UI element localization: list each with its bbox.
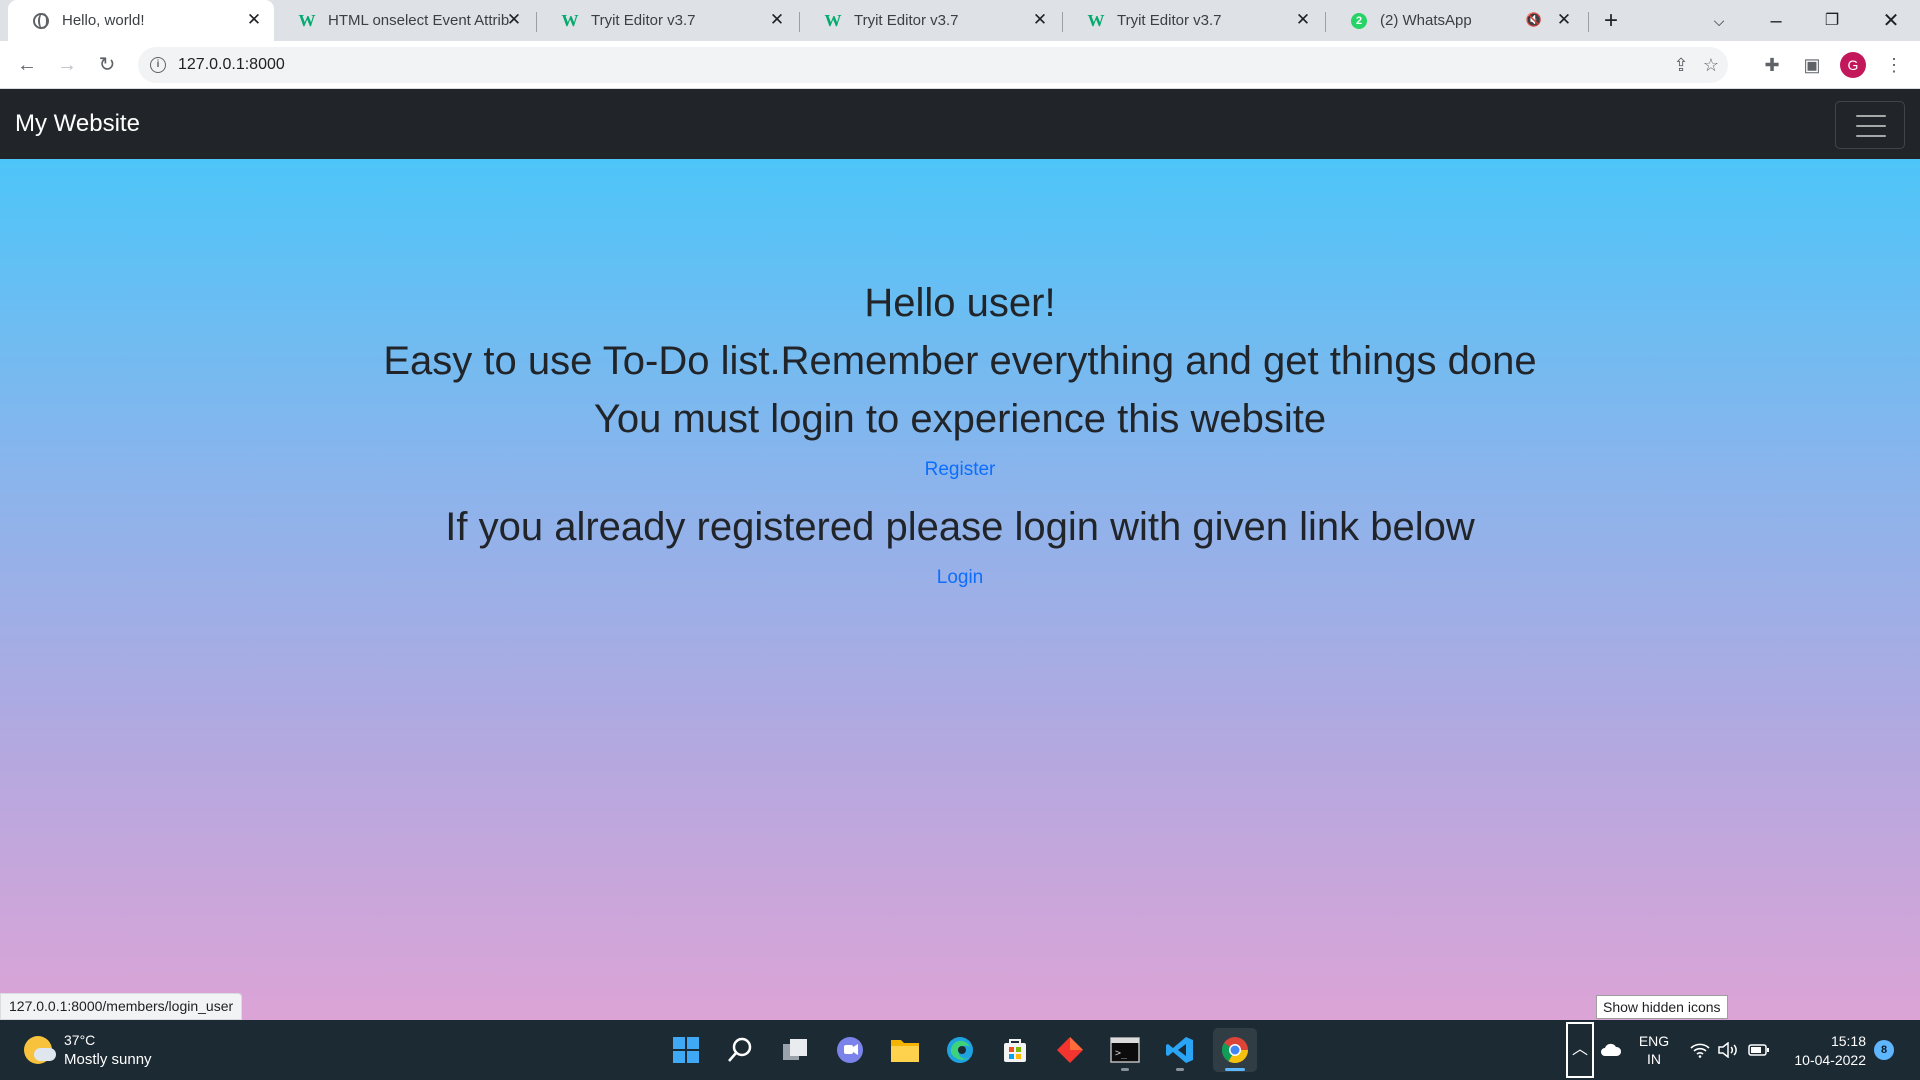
battery-icon[interactable] xyxy=(1746,1020,1772,1080)
already-registered-heading: If you already registered please login w… xyxy=(445,505,1475,549)
site-navbar: My Website xyxy=(0,89,1920,159)
speaker-muted-icon[interactable]: 🔇 xyxy=(1524,10,1544,30)
terminal-icon[interactable]: >_ xyxy=(1103,1028,1147,1072)
weather-temperature: 37°C xyxy=(64,1032,96,1048)
close-tab-icon[interactable]: ✕ xyxy=(244,10,264,30)
menu-kebab-icon[interactable]: ⋮ xyxy=(1882,53,1906,77)
language-indicator[interactable]: ENG IN xyxy=(1636,1032,1672,1068)
wifi-icon[interactable] xyxy=(1688,1020,1712,1080)
svg-text:>_: >_ xyxy=(1115,1048,1128,1059)
browser-toolbar: ← → ↻ i 127.0.0.1:8000 ⇪ ☆ ✚ ▣ G ⋮ xyxy=(0,41,1920,89)
profile-avatar[interactable]: G xyxy=(1840,52,1866,78)
close-tab-icon[interactable]: ✕ xyxy=(504,10,524,30)
reload-icon[interactable]: ↻ xyxy=(92,51,122,79)
tab-html-onselect[interactable]: W HTML onselect Event Attrib ✕ xyxy=(274,0,536,41)
login-prompt-heading: You must login to experience this websit… xyxy=(593,397,1327,441)
site-info-icon[interactable]: i xyxy=(150,57,166,73)
url-text[interactable]: 127.0.0.1:8000 xyxy=(178,56,285,74)
login-link[interactable]: Login xyxy=(937,567,984,588)
git-icon[interactable] xyxy=(1048,1028,1092,1072)
tab-strip: Hello, world! ✕ W HTML onselect Event At… xyxy=(0,0,1920,41)
onedrive-cloud-icon[interactable] xyxy=(1598,1020,1624,1080)
w3schools-icon: W xyxy=(298,11,316,30)
share-icon[interactable]: ⇪ xyxy=(1670,54,1692,76)
task-view-icon[interactable] xyxy=(773,1028,817,1072)
search-icon[interactable] xyxy=(718,1028,762,1072)
forward-arrow-icon[interactable]: → xyxy=(52,51,82,79)
close-tab-icon[interactable]: ✕ xyxy=(1554,10,1574,30)
register-link[interactable]: Register xyxy=(925,459,996,480)
weather-condition: Mostly sunny xyxy=(64,1051,152,1068)
tab-hello-world[interactable]: Hello, world! ✕ xyxy=(8,0,274,41)
tab-tryit-editor-1[interactable]: W Tryit Editor v3.7 ✕ xyxy=(537,0,799,41)
navbar-toggler-hamburger-icon[interactable] xyxy=(1835,101,1905,149)
close-tab-icon[interactable]: ✕ xyxy=(1293,10,1313,30)
w3schools-icon: W xyxy=(824,11,842,30)
tab-tryit-editor-2[interactable]: W Tryit Editor v3.7 ✕ xyxy=(800,0,1062,41)
windows-start-icon[interactable] xyxy=(664,1028,708,1072)
close-window-icon[interactable]: ✕ xyxy=(1877,8,1905,34)
address-bar[interactable]: i 127.0.0.1:8000 ⇪ ☆ xyxy=(138,47,1728,83)
store-icon[interactable] xyxy=(993,1028,1037,1072)
greeting-heading: Hello user! xyxy=(864,281,1056,325)
w3schools-icon: W xyxy=(1087,11,1105,30)
tab-title: HTML onselect Event Attrib xyxy=(328,12,510,29)
extensions-puzzle-icon[interactable]: ✚ xyxy=(1760,53,1784,77)
language-code: ENG xyxy=(1638,1033,1670,1049)
chrome-icon[interactable] xyxy=(1213,1028,1257,1072)
edge-icon[interactable] xyxy=(938,1028,982,1072)
new-tab-icon[interactable]: + xyxy=(1597,8,1625,34)
partly-sunny-icon xyxy=(24,1036,56,1064)
tab-separator xyxy=(1588,12,1589,32)
clock-time: 15:18 xyxy=(1830,1033,1866,1049)
show-hidden-icons-tooltip: Show hidden icons xyxy=(1596,995,1728,1019)
teams-chat-icon[interactable] xyxy=(828,1028,872,1072)
globe-icon xyxy=(32,12,50,30)
vscode-icon[interactable] xyxy=(1158,1028,1202,1072)
tab-title: (2) WhatsApp xyxy=(1380,12,1472,29)
close-tab-icon[interactable]: ✕ xyxy=(767,10,787,30)
register-link-row: Register xyxy=(0,459,1920,481)
tab-title: Tryit Editor v3.7 xyxy=(591,12,696,29)
login-link-row: Login xyxy=(0,567,1920,589)
side-panel-icon[interactable]: ▣ xyxy=(1800,53,1824,77)
clock-date: 10-04-2022 xyxy=(1794,1052,1866,1068)
tagline-heading: Easy to use To-Do list.Remember everythi… xyxy=(383,339,1537,383)
show-hidden-icons-chevron-icon[interactable]: ︿ xyxy=(1566,1022,1594,1078)
notification-count-badge[interactable]: 8 xyxy=(1874,1040,1894,1060)
close-tab-icon[interactable]: ✕ xyxy=(1030,10,1050,30)
minimize-icon[interactable]: – xyxy=(1762,8,1790,34)
region-code: IN xyxy=(1647,1051,1661,1067)
navbar-brand[interactable]: My Website xyxy=(15,110,140,138)
weather-widget[interactable]: 37°C Mostly sunny xyxy=(24,1030,152,1070)
tab-title: Hello, world! xyxy=(62,12,145,29)
back-arrow-icon[interactable]: ← xyxy=(12,51,42,79)
windows-taskbar: 37°C Mostly sunny >_ ︿ ENG IN 15:18 10-0… xyxy=(0,1020,1920,1080)
restore-icon[interactable]: ❐ xyxy=(1818,8,1846,34)
bookmark-star-icon[interactable]: ☆ xyxy=(1700,54,1722,76)
whatsapp-icon: 2 xyxy=(1350,12,1368,30)
page-viewport: My Website Hello user! Easy to use To-Do… xyxy=(0,89,1920,1020)
tab-search-chevron-icon[interactable]: ⌵ xyxy=(1705,8,1733,34)
tab-tryit-editor-3[interactable]: W Tryit Editor v3.7 ✕ xyxy=(1063,0,1325,41)
link-status-bubble: 127.0.0.1:8000/members/login_user xyxy=(0,993,243,1020)
tab-title: Tryit Editor v3.7 xyxy=(1117,12,1222,29)
system-clock[interactable]: 15:18 10-04-2022 xyxy=(1786,1032,1866,1070)
tab-whatsapp[interactable]: 2 (2) WhatsApp 🔇 ✕ xyxy=(1326,0,1588,41)
file-explorer-icon[interactable] xyxy=(883,1028,927,1072)
w3schools-icon: W xyxy=(561,11,579,30)
volume-icon[interactable] xyxy=(1716,1020,1742,1080)
tab-title: Tryit Editor v3.7 xyxy=(854,12,959,29)
